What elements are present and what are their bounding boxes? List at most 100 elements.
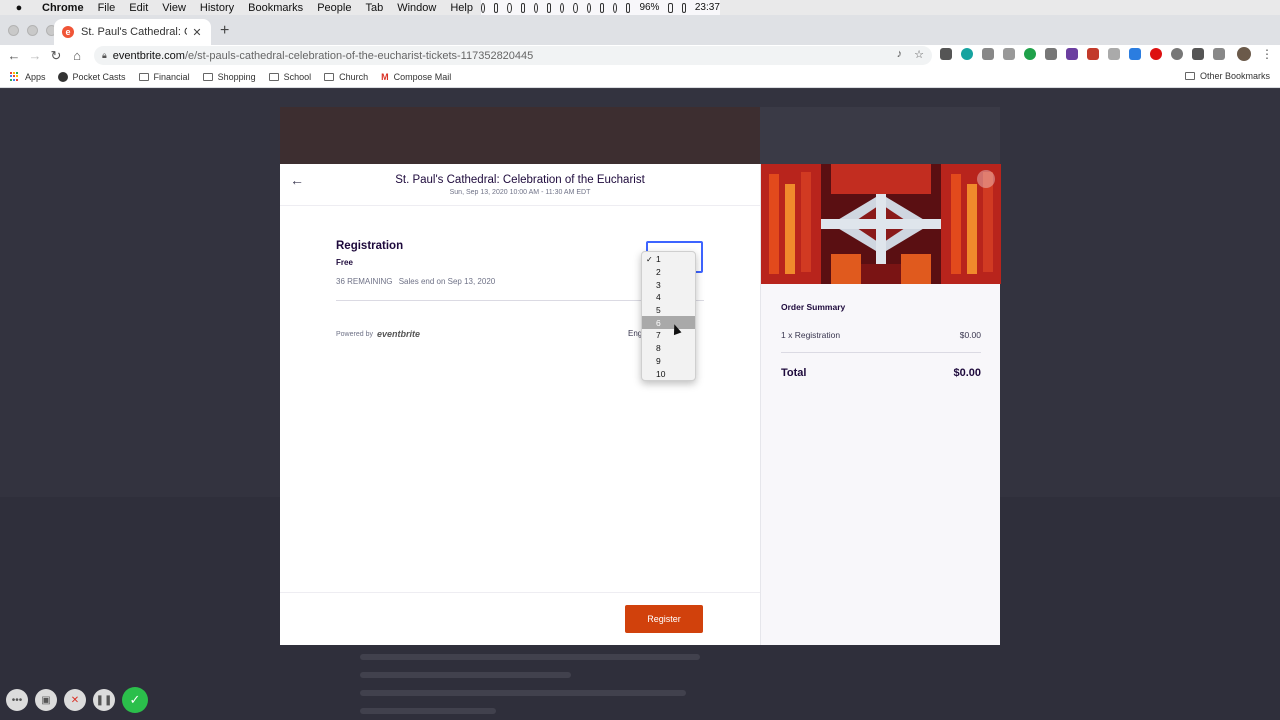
menu-bookmarks[interactable]: Bookmarks (248, 2, 303, 14)
menu-help[interactable]: Help (450, 2, 473, 14)
register-button[interactable]: Register (625, 605, 703, 633)
bookmark-label: Shopping (217, 71, 256, 82)
more-options-icon[interactable]: ••• (6, 689, 28, 711)
image-menu-button[interactable] (977, 170, 995, 188)
wifi-icon[interactable] (613, 2, 618, 13)
other-bookmarks[interactable]: Other Bookmarks (1184, 71, 1270, 81)
menu-edit[interactable]: Edit (129, 2, 148, 14)
summary-line-item: 1 x Registration $0.00 (781, 330, 981, 340)
quantity-option-highlighted[interactable]: 6 (642, 316, 695, 330)
extension-icon[interactable] (1108, 48, 1120, 60)
extension-icon[interactable] (1171, 48, 1183, 60)
battery-icon[interactable] (668, 2, 673, 13)
bookmark-school[interactable]: School (268, 71, 312, 82)
lock-icon[interactable]: 🔒︎ (102, 50, 107, 61)
quantity-option[interactable]: ✓ 1 (642, 253, 695, 266)
extension-icon[interactable] (1003, 48, 1015, 60)
new-tab-icon[interactable]: + (220, 23, 229, 39)
extension-icon[interactable] (1024, 48, 1036, 60)
extension-icon[interactable] (1150, 48, 1162, 60)
menu-people[interactable]: People (317, 2, 351, 14)
bookmark-label: Compose Mail (393, 71, 452, 82)
extension-icon[interactable] (1087, 48, 1099, 60)
puzzle-icon[interactable] (1192, 48, 1204, 60)
menu-window[interactable]: Window (397, 2, 436, 14)
bookmark-financial[interactable]: Financial (138, 72, 190, 82)
camera-icon[interactable]: ▣ (35, 689, 57, 711)
cast-icon[interactable] (1213, 48, 1225, 60)
bookmark-compose-mail[interactable]: M Compose Mail (381, 72, 451, 82)
option-label: 6 (656, 317, 661, 328)
bookmark-shopping[interactable]: Shopping (202, 71, 256, 82)
bookmark-church[interactable]: Church (324, 72, 368, 82)
settings-icon[interactable] (560, 2, 565, 13)
reload-icon[interactable]: ↻ (49, 48, 63, 64)
finish-recording-icon[interactable]: ✓ (122, 687, 148, 713)
bookmark-label: School (283, 71, 312, 82)
clock[interactable]: 23:37 (695, 2, 720, 13)
option-label: 4 (656, 292, 661, 303)
extensions-area (940, 48, 1225, 60)
option-label: 2 (656, 267, 661, 278)
more-menu-icon[interactable]: ⋮ (1261, 47, 1273, 61)
bookmark-pocket-casts[interactable]: Pocket Casts (57, 71, 126, 82)
battery-percent[interactable]: 96% (639, 2, 659, 13)
quantity-option[interactable]: 3 (642, 278, 695, 291)
extension-icon[interactable] (940, 48, 952, 60)
apple-icon[interactable]: ● (12, 2, 26, 14)
profile-avatar[interactable] (1237, 47, 1251, 61)
menu-history[interactable]: History (200, 2, 234, 14)
quantity-option[interactable]: 8 (642, 342, 695, 355)
menu-tab[interactable]: Tab (365, 2, 383, 14)
extension-icon[interactable] (982, 48, 994, 60)
extension-icon[interactable] (961, 48, 973, 60)
home-icon[interactable]: ⌂ (70, 48, 84, 63)
powered-by-label: Powered by (336, 330, 373, 338)
forward-arrow-icon[interactable]: → (28, 48, 42, 63)
record-icon[interactable] (533, 2, 539, 13)
back-arrow-icon[interactable]: ← (7, 48, 21, 63)
cancel-recording-icon[interactable]: ✕ (64, 689, 86, 711)
checkout-main-panel: ← St. Paul's Cathedral: Celebration of t… (280, 164, 760, 645)
download-icon[interactable] (507, 2, 512, 13)
quantity-option[interactable]: 5 (642, 304, 695, 317)
url-text[interactable]: eventbrite.com/e/st-pauls-cathedral-cele… (113, 50, 533, 62)
address-bar[interactable]: 🔒︎ eventbrite.com/e/st-pauls-cathedral-c… (94, 46, 932, 65)
quantity-option[interactable]: 7 (642, 329, 695, 342)
line-item-label: 1 x Registration (781, 330, 841, 340)
bookmark-apps[interactable]: Apps (10, 71, 46, 82)
menu-view[interactable]: View (162, 2, 186, 14)
grid-icon[interactable] (494, 2, 499, 13)
mic-icon[interactable]: ♪ (897, 48, 903, 61)
airplay-icon[interactable] (599, 2, 605, 13)
gmail-icon: M (381, 71, 389, 82)
search-icon[interactable] (573, 2, 578, 13)
close-tab-icon[interactable]: ✕ (191, 26, 203, 39)
option-label: 5 (656, 305, 661, 316)
extension-icon[interactable] (1129, 48, 1141, 60)
quantity-option[interactable]: 9 (642, 355, 695, 368)
background-text (360, 654, 700, 720)
mic-icon[interactable] (520, 2, 525, 13)
menu-file[interactable]: File (98, 2, 116, 14)
quantity-option[interactable]: 4 (642, 291, 695, 304)
eventbrite-logo[interactable]: eventbrite (377, 329, 420, 339)
volume-icon[interactable] (626, 2, 631, 13)
event-date: Sun, Sep 13, 2020 10:00 AM - 11:30 AM ED… (449, 189, 591, 196)
order-summary: Order Summary 1 x Registration $0.00 Tot… (781, 302, 981, 379)
cloud-icon[interactable] (481, 2, 486, 13)
close-window-button[interactable] (8, 25, 19, 36)
pause-icon[interactable]: ❚❚ (93, 689, 115, 711)
user-icon[interactable] (586, 2, 591, 13)
menu-app-name[interactable]: Chrome (42, 2, 84, 14)
flag-icon[interactable] (681, 2, 686, 13)
bookmark-star-icon[interactable]: ☆ (914, 48, 924, 61)
quantity-option[interactable]: 2 (642, 266, 695, 279)
browser-tab[interactable]: e St. Paul's Cathedral: Celebratio ✕ (54, 19, 211, 45)
apps-grid-icon (10, 71, 20, 82)
quantity-option[interactable]: 10 (642, 367, 695, 380)
screen-icon[interactable] (547, 2, 552, 13)
extension-icon[interactable] (1066, 48, 1078, 60)
minimize-window-button[interactable] (27, 25, 38, 36)
extension-icon[interactable] (1045, 48, 1057, 60)
